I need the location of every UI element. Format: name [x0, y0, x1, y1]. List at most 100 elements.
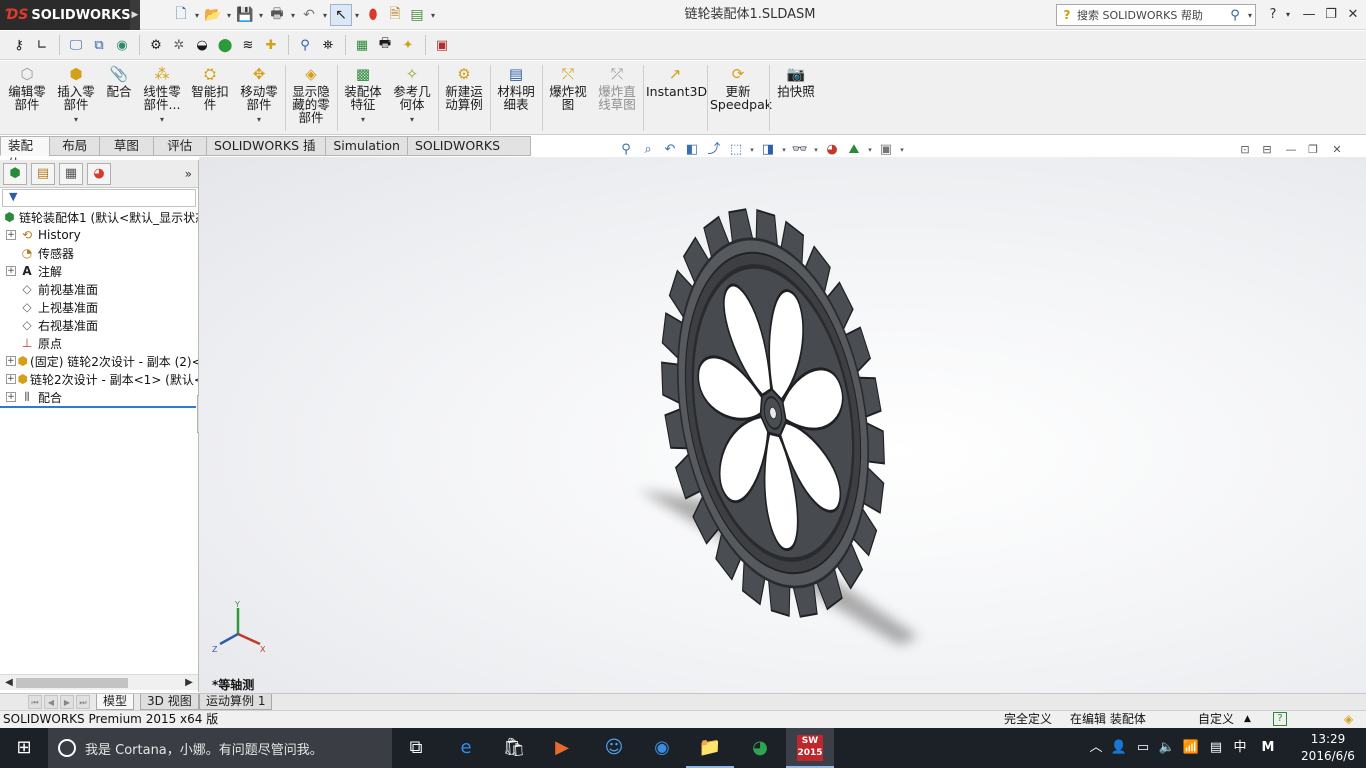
configuration-manager-tab-icon[interactable]: ▦ [59, 162, 83, 185]
viewport-split-icon[interactable]: ⊟ [1258, 142, 1276, 158]
menu-expand-arrow-icon[interactable]: ▶ [130, 0, 140, 30]
help-button[interactable]: ? [1262, 4, 1284, 26]
new-motion-study-button[interactable]: ⚙ 新建运 动算例 [441, 65, 487, 131]
prev-tab-icon[interactable]: ◀ [44, 695, 58, 709]
tray-show-hidden-icon[interactable]: ︿ [1086, 728, 1106, 768]
waveform-icon[interactable]: ≋ [237, 34, 259, 56]
reference-geometry-button[interactable]: ✧ 参考几 何体 ▾ [389, 65, 435, 131]
tree-node-front-plane[interactable]: ◇ 前视基准面 [0, 280, 198, 298]
snapshot-button[interactable]: 📷 拍快照 [773, 65, 819, 131]
tree-node-part[interactable]: + ⬢ 链轮2次设计 - 副本<1> (默认<<默认>_显示状态 1>) [0, 370, 198, 388]
tree-node-origin[interactable]: ⊥ 原点 [0, 334, 198, 352]
hide-show-dropdown-icon[interactable]: ▾ [811, 146, 821, 154]
zoom-to-area-icon[interactable]: ⌕ [637, 141, 659, 159]
tree-node-top-plane[interactable]: ◇ 上视基准面 [0, 298, 198, 316]
expand-icon[interactable]: + [6, 230, 16, 240]
expand-icon[interactable]: + [6, 374, 16, 384]
sparkle-doc-icon[interactable]: ✦ [397, 34, 419, 56]
help-search-box[interactable]: ? 搜索 SOLIDWORKS 帮助 ⚲ ▾ [1056, 4, 1256, 26]
monitor-icon[interactable]: 🖵 [65, 34, 87, 56]
solidworks-taskbar-icon[interactable]: SW 2015 [786, 728, 834, 768]
display-manager-tab-icon[interactable]: ◕ [87, 162, 111, 185]
print-dropdown-icon[interactable]: ▾ [288, 11, 298, 20]
calculator-icon[interactable]: ▣ [431, 34, 453, 56]
print-icon[interactable]: 🖶 [266, 4, 288, 26]
printer-icon[interactable]: 🖶 [374, 34, 396, 56]
insert-component-dropdown-icon[interactable]: ▾ [53, 113, 99, 126]
system-clock[interactable]: 13:29 2016/6/6 [1298, 731, 1358, 765]
tab-evaluate[interactable]: 评估 [152, 136, 207, 156]
gear-icon[interactable]: ⚙ [145, 34, 167, 56]
last-tab-icon[interactable]: ⏭ [76, 695, 90, 709]
tray-action-center-icon[interactable]: ▤ [1205, 728, 1227, 768]
move-component-dropdown-icon[interactable]: ▾ [236, 113, 282, 126]
file-explorer-icon[interactable]: 📁 [686, 728, 734, 768]
puzzle-icon[interactable]: ✚ [260, 34, 282, 56]
tree-filter-input[interactable]: ▼ [2, 189, 196, 207]
first-tab-icon[interactable]: ⏮ [28, 695, 42, 709]
viewport-restore-icon[interactable]: ❐ [1304, 142, 1322, 158]
view-orientation-icon[interactable]: ⬚ [725, 141, 747, 159]
store-icon[interactable]: 🛍 [490, 728, 538, 768]
tree-node-mates[interactable]: + ⫴ 配合 [0, 388, 198, 406]
tray-volume-icon[interactable]: 🔈 [1156, 728, 1178, 768]
tab-assembly[interactable]: 装配体 [0, 136, 51, 171]
new-document-icon[interactable]: 🗋 [170, 4, 192, 26]
task-view-icon[interactable]: ⧉ [392, 728, 440, 768]
search-input[interactable]: 搜索 SOLIDWORKS 帮助 [1077, 7, 1225, 23]
feature-manager-tab-icon[interactable]: ⬢ [3, 162, 27, 185]
restore-button[interactable]: ❐ [1320, 4, 1342, 26]
tab-motion-study[interactable]: 运动算例 1 [199, 694, 273, 710]
tree-node-sensors[interactable]: ◔ 传感器 [0, 244, 198, 262]
update-speedpak-button[interactable]: ⟳ 更新 Speedpak [710, 65, 772, 131]
bowl-icon[interactable]: ◒ [191, 34, 213, 56]
viewport-close-icon[interactable]: ✕ [1328, 142, 1346, 158]
assembly-features-button[interactable]: ▩ 装配体 特征 ▾ [340, 65, 386, 131]
apply-scene-dropdown-icon[interactable]: ▾ [865, 146, 875, 154]
search-dropdown-icon[interactable]: ▾ [1245, 11, 1255, 20]
tab-model[interactable]: 模型 [96, 694, 135, 710]
media-player-icon[interactable]: ▶ [538, 728, 586, 768]
ime-indicator[interactable]: M [1256, 728, 1280, 768]
viewport-expand-icon[interactable]: ⊡ [1236, 142, 1254, 158]
tree-horizontal-scrollbar[interactable]: ◀ ▶ [0, 674, 198, 690]
help-badge-icon[interactable]: ? [1273, 712, 1287, 726]
file-properties-icon[interactable]: 🗎 [384, 4, 406, 26]
bill-of-materials-button[interactable]: ▤ 材料明 细表 [493, 65, 539, 131]
expand-icon[interactable]: + [6, 266, 16, 276]
scrollbar-thumb[interactable] [16, 678, 128, 688]
tab-solidworks-mbd[interactable]: SOLIDWORKS MBD [406, 136, 531, 171]
reference-geometry-dropdown-icon[interactable]: ▾ [389, 113, 435, 126]
mate-button[interactable]: 📎 配合 [102, 65, 136, 131]
insert-component-button[interactable]: ⬢ 插入零 部件 ▾ [53, 65, 99, 131]
open-dropdown-icon[interactable]: ▾ [224, 11, 234, 20]
tree-node-fixed-part[interactable]: + ⬢ (固定) 链轮2次设计 - 副本 (2)<1> (默认<<默认>_显示状… [0, 352, 198, 370]
tab-simulation[interactable]: Simulation [325, 136, 408, 156]
view-settings-dropdown-icon[interactable]: ▾ [897, 146, 907, 154]
save-dropdown-icon[interactable]: ▾ [256, 11, 266, 20]
tab-sketch[interactable]: 草图 [99, 136, 154, 156]
scroll-right-icon[interactable]: ▶ [182, 675, 196, 691]
display-style-dropdown-icon[interactable]: ▾ [779, 146, 789, 154]
exploded-view-button[interactable]: ⤲ 爆炸视 图 [545, 65, 591, 131]
options-icon[interactable]: ▤ [406, 4, 428, 26]
help-dropdown-icon[interactable]: ▾ [1282, 4, 1294, 26]
linear-pattern-button[interactable]: ⁂ 线性零 部件... ▾ [139, 65, 185, 131]
assembly-features-dropdown-icon[interactable]: ▾ [340, 113, 386, 126]
ime-mode[interactable]: 中 [1229, 728, 1251, 768]
network-icon[interactable]: ⧉ [88, 34, 110, 56]
tab-layout[interactable]: 布局 [49, 136, 101, 156]
key-icon[interactable]: ⚷ [8, 34, 30, 56]
scroll-left-icon[interactable]: ◀ [2, 675, 16, 691]
edit-component-button[interactable]: ⬡ 编辑零 部件 [5, 65, 49, 131]
tab-solidworks-addins[interactable]: SOLIDWORKS 插件 [206, 136, 327, 171]
view-orientation-dropdown-icon[interactable]: ▾ [747, 146, 757, 154]
binoculars-icon[interactable]: ⛯ [317, 34, 339, 56]
units-dropdown-icon[interactable]: ▲ [1244, 711, 1251, 728]
display-style-icon[interactable]: ◨ [757, 141, 779, 159]
windows-start-button[interactable]: ⊞ [0, 728, 48, 768]
settings-cog-icon[interactable]: ✲ [168, 34, 190, 56]
section-view-icon[interactable]: ◧ [681, 141, 703, 159]
minimize-button[interactable]: — [1298, 4, 1320, 26]
select-dropdown-icon[interactable]: ▾ [352, 11, 362, 20]
